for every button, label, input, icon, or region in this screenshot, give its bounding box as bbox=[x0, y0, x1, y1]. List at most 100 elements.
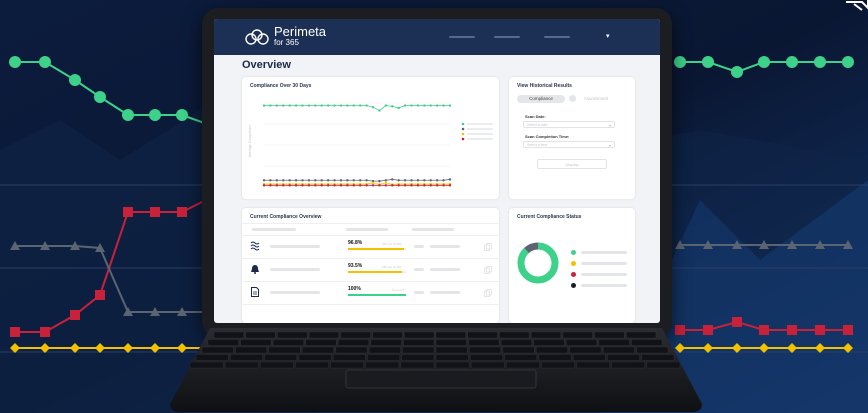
keyboard-key[interactable] bbox=[370, 339, 402, 346]
keyboard-key[interactable] bbox=[213, 331, 244, 339]
scan-date-select[interactable]: Select a date ▾ bbox=[523, 121, 615, 128]
data-point bbox=[320, 104, 323, 107]
copy-icon[interactable] bbox=[484, 243, 492, 251]
bg-marker bbox=[177, 207, 187, 217]
keyboard-key[interactable] bbox=[467, 331, 498, 339]
data-point bbox=[320, 179, 323, 182]
keyboard-key[interactable] bbox=[368, 346, 401, 354]
display-button[interactable]: Display bbox=[537, 159, 607, 169]
keyboard-key[interactable] bbox=[302, 346, 334, 354]
keyboard-key[interactable] bbox=[403, 339, 435, 346]
data-point bbox=[269, 184, 272, 187]
keyboard-key[interactable] bbox=[602, 346, 635, 354]
keyboard-key[interactable] bbox=[530, 331, 562, 339]
keyboard-key[interactable] bbox=[435, 331, 466, 339]
keyboard-key[interactable] bbox=[538, 354, 572, 361]
data-point bbox=[448, 104, 452, 107]
keyboard-key[interactable] bbox=[201, 346, 234, 354]
chevron-down-icon[interactable]: ▾ bbox=[606, 32, 610, 40]
keyboard-key[interactable] bbox=[594, 331, 625, 339]
keyboard-key[interactable] bbox=[308, 331, 340, 339]
keyboard-key[interactable] bbox=[404, 331, 435, 339]
keyboard-key[interactable] bbox=[607, 354, 640, 361]
keyboard-key[interactable] bbox=[277, 331, 308, 339]
keyboard-key[interactable] bbox=[572, 354, 606, 361]
keyboard-key[interactable] bbox=[576, 361, 610, 369]
keyboard-key[interactable] bbox=[245, 331, 276, 339]
keyboard-key[interactable] bbox=[240, 339, 272, 346]
keyboard-key[interactable] bbox=[195, 354, 229, 361]
nav-item[interactable] bbox=[449, 36, 475, 38]
keyboard-key[interactable] bbox=[365, 361, 400, 369]
keyboard-key[interactable] bbox=[295, 361, 329, 369]
keyboard-key[interactable] bbox=[469, 346, 502, 354]
keyboard-key[interactable] bbox=[189, 361, 224, 369]
data-point bbox=[294, 179, 298, 182]
compliance-bar bbox=[348, 248, 406, 250]
keyboard-key[interactable] bbox=[470, 354, 503, 361]
keyboard-key[interactable] bbox=[504, 354, 538, 361]
keyboard-key[interactable] bbox=[264, 354, 298, 361]
keyboard-key[interactable] bbox=[305, 339, 337, 346]
keyboard-key[interactable] bbox=[566, 339, 598, 346]
chevron-down-icon: ▾ bbox=[608, 143, 611, 148]
keyboard-key[interactable] bbox=[272, 339, 304, 346]
trackpad[interactable] bbox=[345, 369, 537, 389]
keyboard-key[interactable] bbox=[541, 361, 575, 369]
keyboard-key[interactable] bbox=[562, 331, 593, 339]
keyboard-key[interactable] bbox=[536, 346, 568, 354]
keyboard-key[interactable] bbox=[298, 354, 332, 361]
tab-assessment[interactable]: Assessment bbox=[575, 95, 617, 103]
keyboard-key[interactable] bbox=[230, 354, 263, 361]
keyboard-key[interactable] bbox=[400, 361, 435, 369]
keyboard-key[interactable] bbox=[332, 354, 366, 361]
keyboard-key[interactable] bbox=[470, 361, 505, 369]
keyboard-key[interactable] bbox=[435, 361, 470, 369]
copy-icon[interactable] bbox=[484, 266, 492, 274]
keyboard-key[interactable] bbox=[235, 346, 268, 354]
nav-item[interactable] bbox=[494, 36, 520, 38]
legend-swatch bbox=[461, 127, 465, 131]
compliance-bar-fill bbox=[348, 294, 406, 296]
keyboard-key[interactable] bbox=[499, 331, 530, 339]
keyboard-key[interactable] bbox=[372, 331, 403, 339]
keyboard-key[interactable] bbox=[340, 331, 371, 339]
keyboard-key[interactable] bbox=[260, 361, 294, 369]
keyboard-key[interactable] bbox=[207, 339, 239, 346]
data-point bbox=[371, 106, 375, 109]
tab-compliance[interactable]: Compliance bbox=[517, 95, 565, 103]
keyboard-key[interactable] bbox=[598, 339, 630, 346]
keyboard-key[interactable] bbox=[626, 331, 657, 339]
keyboard-key[interactable] bbox=[506, 361, 540, 369]
keyboard-key[interactable] bbox=[367, 354, 400, 361]
copy-icon[interactable] bbox=[484, 289, 492, 297]
scan-time-select[interactable]: Select a time ▾ bbox=[523, 141, 615, 148]
keyboard-key[interactable] bbox=[224, 361, 259, 369]
keyboard-key[interactable] bbox=[338, 339, 370, 346]
keyboard-key[interactable] bbox=[330, 361, 364, 369]
keyboard-key[interactable] bbox=[268, 346, 301, 354]
keyboard-key[interactable] bbox=[402, 346, 435, 354]
keyboard-key[interactable] bbox=[435, 339, 467, 346]
keyboard-key[interactable] bbox=[502, 346, 535, 354]
series-line bbox=[264, 179, 451, 182]
keyboard-key[interactable] bbox=[641, 354, 675, 361]
scan-date-label: Scan Date: bbox=[525, 114, 546, 119]
keyboard-key[interactable] bbox=[468, 339, 500, 346]
keyboard-key[interactable] bbox=[335, 346, 368, 354]
keyboard-key[interactable] bbox=[569, 346, 602, 354]
keyboard-key[interactable] bbox=[435, 354, 469, 361]
keyboard-key[interactable] bbox=[435, 346, 468, 354]
keyboard-key[interactable] bbox=[533, 339, 565, 346]
keyboard-key[interactable] bbox=[611, 361, 646, 369]
scan-time-label: Scan Completion Time: bbox=[525, 134, 570, 139]
keyboard-key[interactable] bbox=[631, 339, 663, 346]
keyboard-key[interactable] bbox=[636, 346, 669, 354]
nav-item[interactable] bbox=[544, 36, 570, 38]
keyboard-key[interactable] bbox=[500, 339, 532, 346]
bg-marker bbox=[176, 109, 188, 121]
data-point bbox=[429, 179, 432, 182]
keyboard-key[interactable] bbox=[646, 361, 681, 369]
data-point bbox=[326, 179, 330, 182]
keyboard-key[interactable] bbox=[401, 354, 435, 361]
